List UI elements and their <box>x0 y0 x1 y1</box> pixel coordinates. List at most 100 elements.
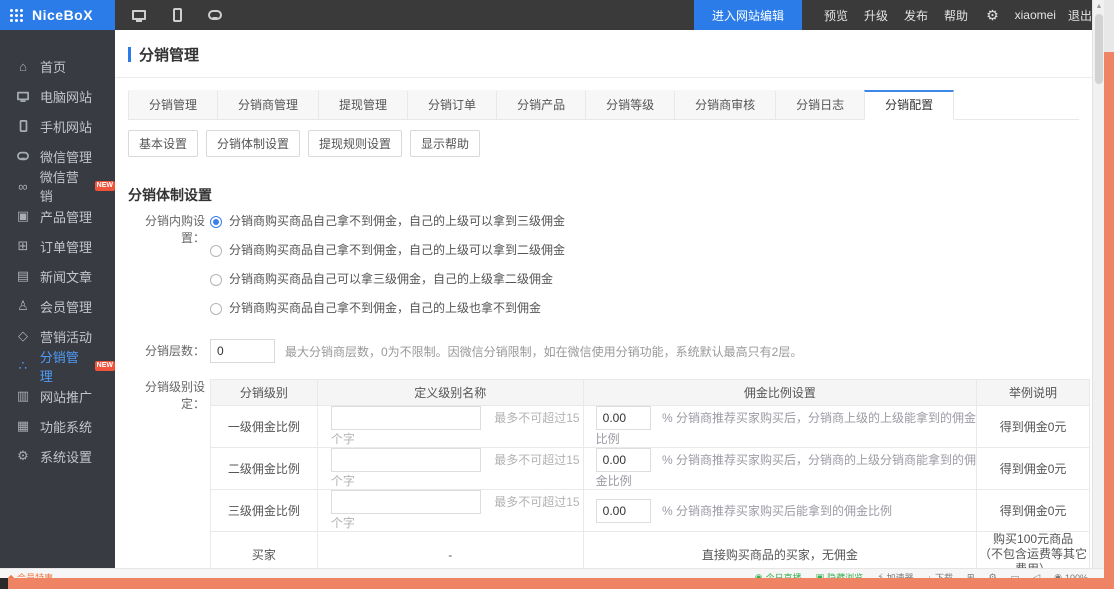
promo-banner-bar[interactable] <box>8 578 1104 589</box>
page-title-row: 分销管理 <box>115 30 1092 65</box>
level1-name-input[interactable] <box>331 406 481 430</box>
scrollbar-thumb[interactable] <box>1095 14 1103 84</box>
sidebar-item-site-promotion[interactable]: ▥ 网站推广 <box>0 381 115 411</box>
tab-distribution-orders[interactable]: 分销订单 <box>407 90 497 120</box>
buyer-example-line1: 购买100元商品 <box>977 532 1089 547</box>
screen: NiceBoX 进入网站编辑 预览 升级 发布 帮助 ⚙ xiaomei 退出 … <box>0 0 1114 589</box>
subnav-basic-settings[interactable]: 基本设置 <box>128 130 198 157</box>
app-logo[interactable]: NiceBoX <box>0 0 115 30</box>
sidebar-item-distribution-management[interactable]: ∴ 分销管理 NEW <box>0 351 115 381</box>
table-row-level2: 二级佣金比例 最多不可超过15个字 % 分销商推荐买家购买后，分销商的上级分销商… <box>211 448 1090 490</box>
sidebar-item-label: 微信营销 <box>40 167 91 205</box>
subnav-show-help[interactable]: 显示帮助 <box>410 130 480 157</box>
distribution-depth-input[interactable] <box>210 339 275 363</box>
main-content: 分销管理 分销管理 分销商管理 提现管理 分销订单 分销产品 分销等级 分销商审… <box>115 30 1092 575</box>
option-text: 分销商购买商品自己拿不到佣金，自己的上级可以拿到二级佣金 <box>229 242 565 259</box>
sidebar-item-system-settings[interactable]: ⚙ 系统设置 <box>0 441 115 471</box>
inner-purchase-options: 分销商购买商品自己拿不到佣金，自己的上级可以拿到三级佣金 分销商购买商品自己拿不… <box>210 213 565 329</box>
sidebar-item-label: 首页 <box>40 57 66 76</box>
sidebar-item-member-management[interactable]: ♙ 会员管理 <box>0 291 115 321</box>
page-title: 分销管理 <box>139 44 199 65</box>
table-row-level3: 三级佣金比例 最多不可超过15个字 % 分销商推荐买家购买后能拿到的佣金比例 得… <box>211 490 1090 532</box>
tab-distribution-config[interactable]: 分销配置 <box>864 90 954 120</box>
inner-purchase-option-2[interactable]: 分销商购买商品自己拿不到佣金，自己的上级可以拿到二级佣金 <box>210 242 565 259</box>
menu-preview[interactable]: 预览 <box>824 7 848 24</box>
sidebar-item-label: 网站推广 <box>40 387 92 406</box>
sidebar-item-news-articles[interactable]: ▤ 新闻文章 <box>0 261 115 291</box>
level3-name-input[interactable] <box>331 490 481 514</box>
logout-link[interactable]: 退出 <box>1068 7 1092 24</box>
level2-name-input[interactable] <box>331 448 481 472</box>
username[interactable]: xiaomei <box>1015 8 1056 22</box>
tab-distribution-management[interactable]: 分销管理 <box>128 90 218 120</box>
inner-purchase-option-4[interactable]: 分销商购买商品自己拿不到佣金，自己的上级也拿不到佣金 <box>210 300 565 317</box>
config-form: 分销内购设置： 分销商购买商品自己拿不到佣金，自己的上级可以拿到三级佣金 分销商… <box>128 213 1092 575</box>
sidebar-item-wechat-marketing[interactable]: ∞ 微信营销 NEW <box>0 171 115 201</box>
settings-gear-icon[interactable]: ⚙ <box>986 7 999 24</box>
sidebar-item-label: 微信管理 <box>40 147 92 166</box>
function-briefcase-icon: ▦ <box>15 418 31 434</box>
window-edge-right <box>1104 52 1114 589</box>
rate-desc: % 分销商推荐买家购买后能拿到的佣金比例 <box>662 504 892 518</box>
title-accent-bar <box>128 47 131 62</box>
member-person-icon: ♙ <box>15 298 31 314</box>
window-edge-top <box>1104 0 1114 52</box>
tab-distribution-logs[interactable]: 分销日志 <box>775 90 865 120</box>
radio-icon <box>210 303 222 315</box>
sidebar-item-order-management[interactable]: ⊞ 订单管理 <box>0 231 115 261</box>
tab-withdrawal-management[interactable]: 提现管理 <box>318 90 408 120</box>
tab-distributor-management[interactable]: 分销商管理 <box>217 90 319 120</box>
wechat-preview-icon[interactable] <box>205 5 225 25</box>
mobile-preview-icon[interactable] <box>167 5 187 25</box>
sidebar-item-home[interactable]: ⌂ 首页 <box>0 51 115 81</box>
order-cart-icon: ⊞ <box>15 238 31 254</box>
subnav-withdrawal-rules-settings[interactable]: 提现规则设置 <box>308 130 402 157</box>
rate-desc: % 分销商推荐买家购买后，分销商上级的上级能拿到的佣金比例 <box>596 411 976 446</box>
level2-rate-input[interactable] <box>596 448 651 472</box>
desktop-preview-icon[interactable] <box>129 5 149 25</box>
radio-selected-icon <box>210 216 222 228</box>
sidebar-item-function-system[interactable]: ▦ 功能系统 <box>0 411 115 441</box>
header-rate: 佣金比例设置 <box>583 380 976 406</box>
grid-menu-icon[interactable] <box>10 9 23 22</box>
rate-desc: % 分销商推荐买家购买后，分销商的上级分销商能拿到的佣金比例 <box>596 453 976 488</box>
table-row-level1: 一级佣金比例 最多不可超过15个字 % 分销商推荐买家购买后，分销商上级的上级能… <box>211 406 1090 448</box>
vertical-scrollbar[interactable]: ▲ <box>1092 0 1104 575</box>
example-cell: 得到佣金0元 <box>977 448 1090 490</box>
level-depth-label: 分销层数： <box>128 343 205 360</box>
campaign-tag-icon: ◇ <box>15 328 31 344</box>
tab-distribution-levels[interactable]: 分销等级 <box>585 90 675 120</box>
subnav-distribution-system-settings[interactable]: 分销体制设置 <box>206 130 300 157</box>
topbar-right: 进入网站编辑 预览 升级 发布 帮助 ⚙ xiaomei 退出 <box>694 0 1104 30</box>
menu-help[interactable]: 帮助 <box>944 7 968 24</box>
level-cell: 二级佣金比例 <box>211 448 318 490</box>
sidebar-item-product-management[interactable]: ▣ 产品管理 <box>0 201 115 231</box>
home-icon: ⌂ <box>15 59 31 74</box>
wechat-icon <box>15 151 31 161</box>
enter-site-edit-button[interactable]: 进入网站编辑 <box>694 0 802 30</box>
level1-rate-input[interactable] <box>596 406 651 430</box>
sidebar-item-label: 系统设置 <box>40 447 92 466</box>
example-cell: 得到佣金0元 <box>977 406 1090 448</box>
sidebar-item-pc-site[interactable]: 电脑网站 <box>0 81 115 111</box>
sidebar-item-label: 电脑网站 <box>40 87 92 106</box>
tab-distributor-review[interactable]: 分销商审核 <box>674 90 776 120</box>
sidebar-item-label: 新闻文章 <box>40 267 92 286</box>
inner-purchase-option-3[interactable]: 分销商购买商品自己可以拿三级佣金，自己的上级拿二级佣金 <box>210 271 565 288</box>
sidebar-item-mobile-site[interactable]: 手机网站 <box>0 111 115 141</box>
header-name: 定义级别名称 <box>317 380 583 406</box>
device-preview-icons <box>129 5 225 25</box>
section-heading-distribution-system: 分销体制设置 <box>128 185 1092 205</box>
product-icon: ▣ <box>15 208 31 224</box>
menu-publish[interactable]: 发布 <box>904 7 928 24</box>
new-badge: NEW <box>95 181 115 191</box>
menu-upgrade[interactable]: 升级 <box>864 7 888 24</box>
level3-rate-input[interactable] <box>596 499 651 523</box>
tab-distribution-products[interactable]: 分销产品 <box>496 90 586 120</box>
inner-purchase-label: 分销内购设置： <box>128 213 205 247</box>
header-level: 分销级别 <box>211 380 318 406</box>
settings-gear-icon: ⚙ <box>15 448 31 464</box>
sidebar-item-label: 订单管理 <box>40 237 92 256</box>
inner-purchase-option-1[interactable]: 分销商购买商品自己拿不到佣金，自己的上级可以拿到三级佣金 <box>210 213 565 230</box>
mobile-icon <box>15 119 31 133</box>
